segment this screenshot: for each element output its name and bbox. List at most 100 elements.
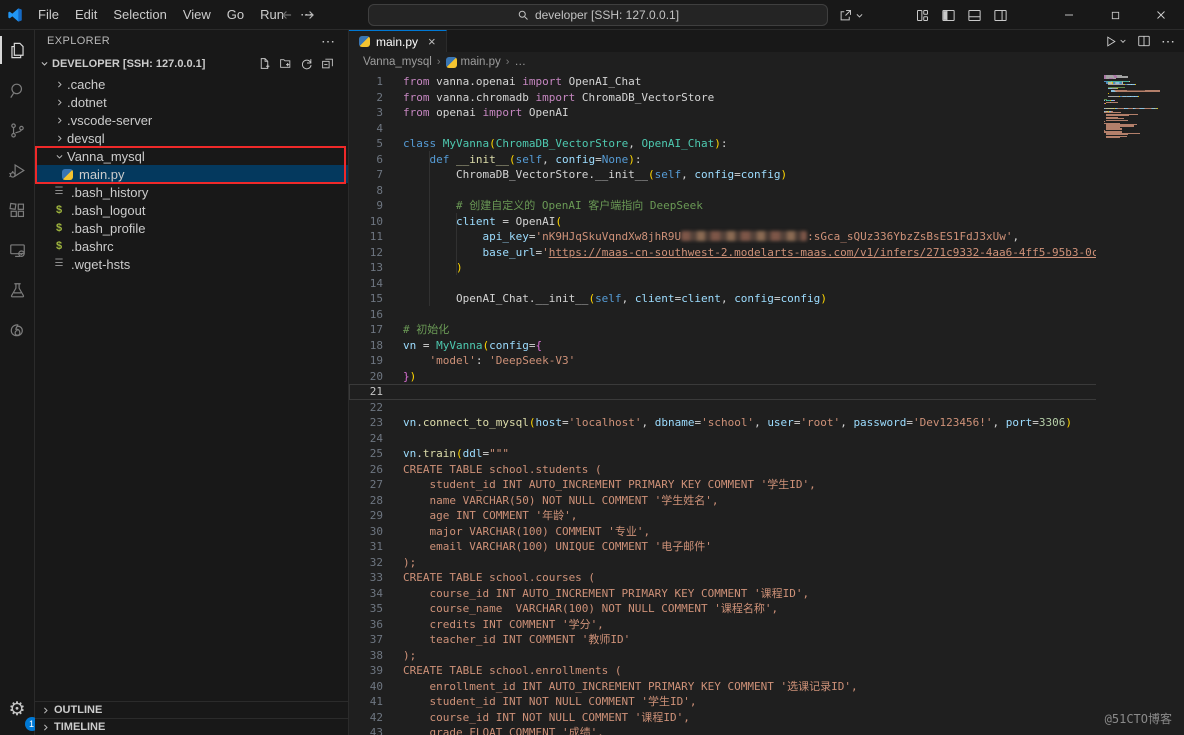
code-line-34[interactable]: 34 course_id INT AUTO_INCREMENT PRIMARY …: [349, 586, 1184, 602]
command-center[interactable]: developer [SSH: 127.0.0.1]: [368, 4, 828, 26]
code-line-19[interactable]: 19 'model': 'DeepSeek-V3': [349, 353, 1184, 369]
more-actions-icon[interactable]: ⋯: [1161, 33, 1176, 50]
tab-main-py[interactable]: main.py ×: [349, 30, 447, 52]
code-line-40[interactable]: 40 enrollment_id INT AUTO_INCREMENT PRIM…: [349, 679, 1184, 695]
breadcrumb-item-2[interactable]: …: [514, 56, 526, 68]
close-tab-icon[interactable]: ×: [428, 34, 436, 49]
new-folder-icon[interactable]: [279, 57, 292, 70]
code-line-36[interactable]: 36 credits INT COMMENT '学分',: [349, 617, 1184, 633]
back-icon[interactable]: [280, 8, 294, 22]
new-file-icon[interactable]: [258, 57, 271, 70]
tree-item-vscode-server[interactable]: .vscode-server: [35, 111, 348, 129]
tree-item-devsql[interactable]: devsql: [35, 129, 348, 147]
menu-go[interactable]: Go: [219, 0, 252, 30]
tree-item-label: devsql: [67, 130, 105, 146]
chevron-right-icon: [41, 723, 50, 732]
tree-item-vanna-mysql[interactable]: Vanna_mysql: [35, 147, 348, 165]
tree-item-main-py[interactable]: main.py: [35, 165, 348, 183]
code-line-35[interactable]: 35 course_name VARCHAR(100) NOT NULL COM…: [349, 601, 1184, 617]
activitybar-explorer-button[interactable]: [0, 30, 35, 70]
tree-item-bashrc[interactable]: $ .bashrc: [35, 237, 348, 255]
minimize-button[interactable]: [1046, 0, 1092, 30]
code-line-21[interactable]: 21: [349, 384, 1184, 400]
code-line-31[interactable]: 31 email VARCHAR(100) UNIQUE COMMENT '电子…: [349, 539, 1184, 555]
code-editor[interactable]: 1 from vanna.openai import OpenAI_Chat 2 fr…: [349, 72, 1184, 735]
timeline-section[interactable]: TIMELINE: [35, 718, 348, 735]
code-line-11[interactable]: 11 api_key='nK9HJqSkuVqndXw8jhR9U:sGca_s…: [349, 229, 1184, 245]
menu-view[interactable]: View: [175, 0, 219, 30]
code-line-15[interactable]: 15 OpenAI_Chat.__init__(self, client=cli…: [349, 291, 1184, 307]
outline-section[interactable]: OUTLINE: [35, 701, 348, 718]
activitybar-cloud-extension-button[interactable]: [0, 310, 35, 350]
code-line-18[interactable]: 18 vn = MyVanna(config={: [349, 338, 1184, 354]
code-line-7[interactable]: 7 ChromaDB_VectorStore.__init__(self, co…: [349, 167, 1184, 183]
activitybar-extensions-button[interactable]: [0, 190, 35, 230]
maximize-button[interactable]: [1092, 0, 1138, 30]
forward-icon[interactable]: [302, 8, 316, 22]
code-line-1[interactable]: 1 from vanna.openai import OpenAI_Chat: [349, 74, 1184, 90]
menu-edit[interactable]: Edit: [67, 0, 105, 30]
activitybar-run-and-debug-button[interactable]: [0, 150, 35, 190]
code-line-43[interactable]: 43 grade FLOAT COMMENT '成绩',: [349, 725, 1184, 735]
split-editor-icon[interactable]: [1137, 34, 1151, 48]
workspace-section-header[interactable]: DEVELOPER [SSH: 127.0.0.1]: [35, 52, 348, 75]
code-line-26[interactable]: 26 CREATE TABLE school.students (: [349, 462, 1184, 478]
toggle-secondary-sidebar-icon[interactable]: [993, 8, 1008, 23]
source-control-icon: [8, 121, 27, 140]
code-line-3[interactable]: 3 from openai import OpenAI: [349, 105, 1184, 121]
tree-item-bash-logout[interactable]: $ .bash_logout: [35, 201, 348, 219]
code-line-5[interactable]: 5 class MyVanna(ChromaDB_VectorStore, Ope…: [349, 136, 1184, 152]
code-line-23[interactable]: 23 vn.connect_to_mysql(host='localhost', …: [349, 415, 1184, 431]
code-line-22[interactable]: 22: [349, 400, 1184, 416]
code-line-38[interactable]: 38);: [349, 648, 1184, 664]
code-line-28[interactable]: 28 name VARCHAR(50) NOT NULL COMMENT '学生…: [349, 493, 1184, 509]
code-line-41[interactable]: 41 student_id INT NOT NULL COMMENT '学生ID…: [349, 694, 1184, 710]
code-line-6[interactable]: 6 def __init__(self, config=None):: [349, 152, 1184, 168]
code-line-42[interactable]: 42 course_id INT NOT NULL COMMENT '课程ID'…: [349, 710, 1184, 726]
run-python-button[interactable]: [1104, 35, 1127, 48]
tree-item-cache[interactable]: .cache: [35, 75, 348, 93]
activitybar-testing-button[interactable]: [0, 270, 35, 310]
explorer-more-actions-icon[interactable]: ⋯: [321, 33, 336, 50]
code-line-30[interactable]: 30 major VARCHAR(100) COMMENT '专业',: [349, 524, 1184, 540]
code-line-39[interactable]: 39 CREATE TABLE school.enrollments (: [349, 663, 1184, 679]
breadcrumb-item-0[interactable]: Vanna_mysql: [363, 56, 432, 68]
customize-layout-icon[interactable]: [915, 8, 930, 23]
code-line-20[interactable]: 20}): [349, 369, 1184, 385]
code-line-8[interactable]: 8: [349, 183, 1184, 199]
code-line-37[interactable]: 37 teacher_id INT COMMENT '教师ID': [349, 632, 1184, 648]
tree-item-bash-profile[interactable]: $ .bash_profile: [35, 219, 348, 237]
code-line-2[interactable]: 2 from vanna.chromadb import ChromaDB_Vec…: [349, 90, 1184, 106]
code-line-17[interactable]: 17 # 初始化: [349, 322, 1184, 338]
activitybar-search-button[interactable]: [0, 70, 35, 110]
close-window-button[interactable]: [1138, 0, 1184, 30]
code-line-29[interactable]: 29 age INT COMMENT '年龄',: [349, 508, 1184, 524]
activitybar-source-control-button[interactable]: [0, 110, 35, 150]
code-line-27[interactable]: 27 student_id INT AUTO_INCREMENT PRIMARY…: [349, 477, 1184, 493]
tree-item-bash-history[interactable]: ☰ .bash_history: [35, 183, 348, 201]
activitybar-remote-explorer-button[interactable]: [0, 230, 35, 270]
tree-item-dotnet[interactable]: .dotnet: [35, 93, 348, 111]
menu-selection[interactable]: Selection: [105, 0, 174, 30]
code-line-16[interactable]: 16: [349, 307, 1184, 323]
refresh-icon[interactable]: [300, 57, 313, 70]
menu-file[interactable]: File: [30, 0, 67, 30]
code-line-14[interactable]: 14: [349, 276, 1184, 292]
code-line-10[interactable]: 10 client = OpenAI(: [349, 214, 1184, 230]
tree-item-wget-hsts[interactable]: ☰ .wget-hsts: [35, 255, 348, 273]
code-line-33[interactable]: 33 CREATE TABLE school.courses (: [349, 570, 1184, 586]
breadcrumb-item-1[interactable]: main.py: [445, 56, 501, 68]
code-line-25[interactable]: 25 vn.train(ddl=""": [349, 446, 1184, 462]
code-line-13[interactable]: 13 ): [349, 260, 1184, 276]
code-line-12[interactable]: 12 base_url='https://maas-cn-southwest-2…: [349, 245, 1184, 261]
code-line-4[interactable]: 4: [349, 121, 1184, 137]
toggle-sidebar-icon[interactable]: [941, 8, 956, 23]
toggle-panel-icon[interactable]: [967, 8, 982, 23]
minimap[interactable]: [1096, 72, 1184, 735]
settings-gear-button[interactable]: ⚙ 1: [0, 689, 39, 731]
code-line-32[interactable]: 32);: [349, 555, 1184, 571]
collapse-all-icon[interactable]: [321, 57, 334, 70]
code-line-9[interactable]: 9 # 创建自定义的 OpenAI 客户端指向 DeepSeek: [349, 198, 1184, 214]
code-line-24[interactable]: 24: [349, 431, 1184, 447]
launch-profile-button[interactable]: [838, 0, 864, 30]
